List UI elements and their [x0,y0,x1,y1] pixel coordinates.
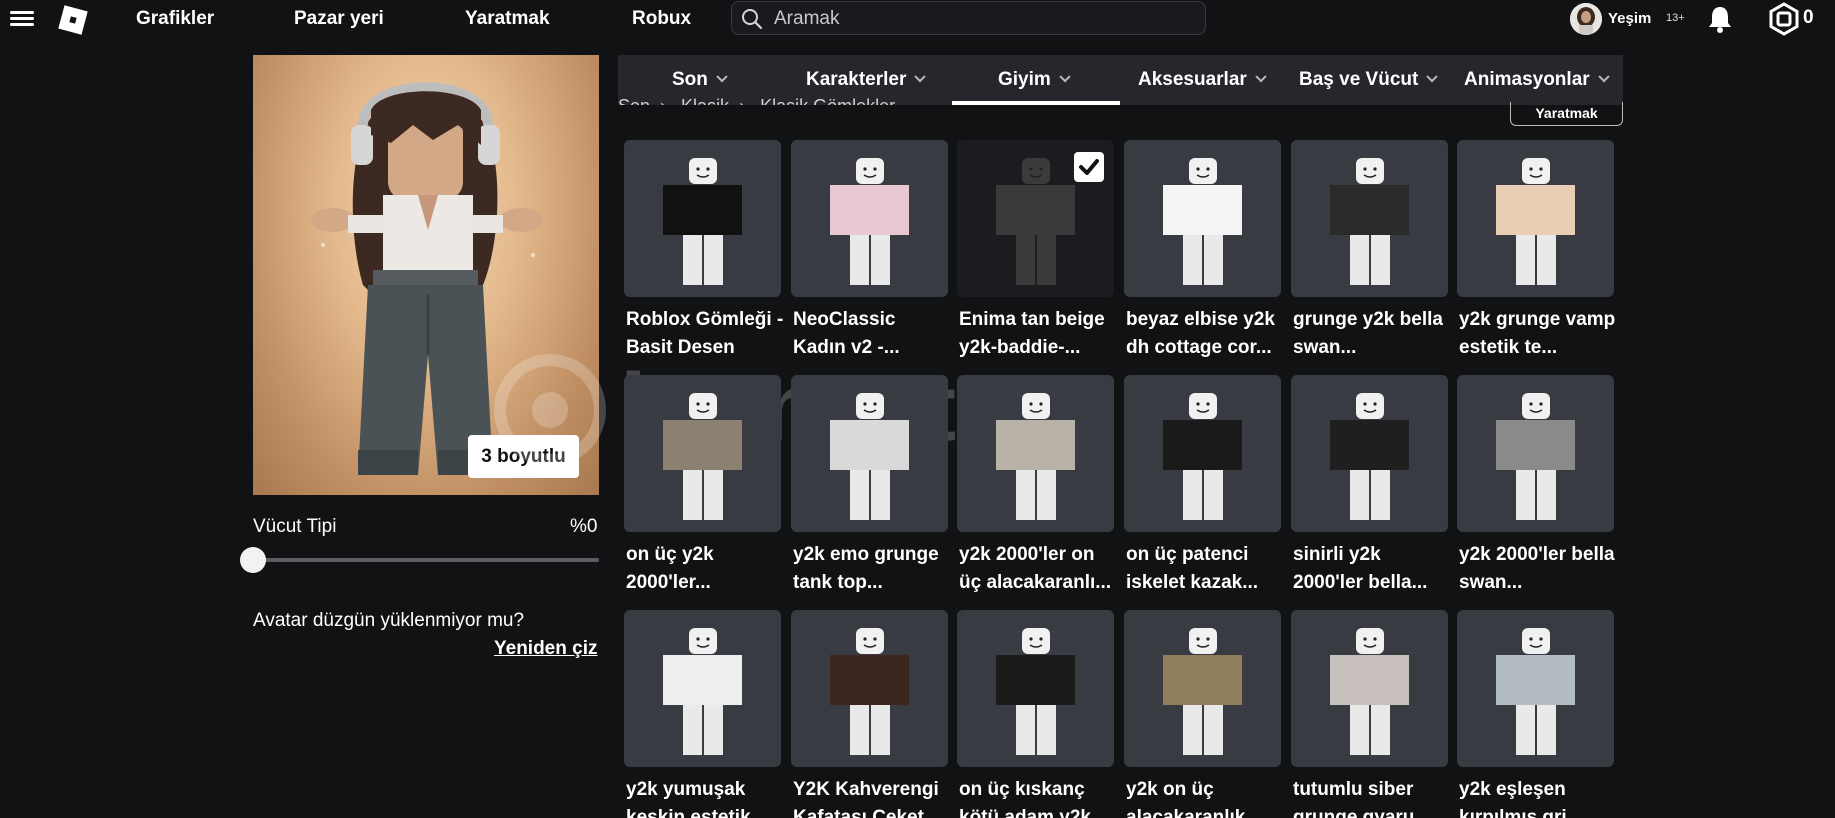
chevron-down-icon [1426,71,1438,83]
item-name: on üç patenci iskelet kazak... [1126,544,1259,593]
item-thumbnail [1291,610,1448,767]
item-thumbnail [1124,140,1281,297]
age-badge: 13+ [1666,12,1685,24]
nav-link-robux[interactable]: Robux [632,8,691,30]
item-name: Roblox Gömleği - Basit Desen [626,309,784,358]
search-input[interactable]: Aramak [731,1,1206,35]
item-thumbnail [624,375,781,532]
item-name: y2k yumuşak keskin estetik... [626,779,767,818]
item-name: y2k on üç alacakaranlık... [1126,779,1262,818]
chevron-right-icon: › [660,96,667,116]
chevron-right-icon: › [739,96,746,116]
robux-icon[interactable] [1767,2,1801,36]
tab-label: Giyim [998,69,1051,90]
item-thumbnail [1291,375,1448,532]
item-name: on üç y2k 2000'ler... [626,544,714,593]
nav-link-create[interactable]: Yaratmak [465,8,550,30]
item-thumbnail [1457,140,1614,297]
item-name: Y2K Kahverengi Kafatası Ceket... [793,779,940,818]
item-thumbnail [1457,610,1614,767]
nav-link-marketplace[interactable]: Pazar yeri [294,8,384,30]
item-thumbnail [1124,375,1281,532]
body-type-value: %0 [570,516,598,537]
breadcrumb-item[interactable]: Son [618,96,650,105]
item-name: Enima tan beige y2k-baddie-... [959,309,1105,358]
item-thumbnail [624,610,781,767]
item-thumbnail [791,610,948,767]
tab-head-and-body[interactable]: Baş ve Vücut [1299,55,1438,105]
nav-link-charts[interactable]: Grafikler [136,8,214,30]
search-icon [742,9,763,30]
tab-label: Animasyonlar [1464,69,1590,90]
roblox-logo-icon[interactable] [58,5,88,35]
item-name: y2k 2000'ler on üç alacakaranlı... [959,544,1112,593]
item-thumbnail [957,610,1114,767]
breadcrumb-item: Klasik Gömlekler [760,96,896,116]
chevron-down-icon [914,71,927,83]
menu-icon[interactable] [10,9,34,31]
reload-question: Avatar düzgün yüklenmiyor mu? [253,610,525,631]
tab-animations[interactable]: Animasyonlar [1464,55,1610,105]
item-thumbnail [1457,375,1614,532]
item-name: tutumlu siber grunge gyaru... [1293,779,1431,818]
item-name: sinirli y2k 2000'ler bella... [1293,544,1428,593]
body-type-label: Vücut Tipi [253,516,337,537]
tab-label: Son [672,69,708,90]
tab-label: Aksesuarlar [1138,69,1247,90]
avatar [1570,3,1602,35]
avatar-preview[interactable] [253,55,599,495]
item-thumbnail [624,140,781,297]
search-placeholder: Aramak [774,8,840,29]
tab-accessories[interactable]: Aksesuarlar [1138,55,1267,105]
item-name: y2k eşleşen kırpılmış gri... [1459,779,1583,818]
chevron-down-icon [1255,71,1267,83]
robux-balance: 0 [1803,7,1814,28]
item-thumbnail [1124,610,1281,767]
notification-bell-icon[interactable] [1706,4,1734,34]
tab-label: Baş ve Vücut [1299,69,1419,90]
item-name: y2k 2000'ler bella swan... [1459,544,1615,593]
chevron-down-icon [716,71,728,83]
breadcrumb: Son › Klasik › Klasik Gömlekler [618,96,905,116]
item-thumbnail [1291,140,1448,297]
view-3d-toggle-button[interactable]: 3 boyutlu [468,435,579,478]
username: Yeşim [1608,10,1652,27]
tab-label: Karakterler [806,69,907,90]
item-thumbnail [957,375,1114,532]
body-type-slider-thumb[interactable] [240,547,266,573]
top-navigation-bar: Grafikler Pazar yeri Yaratmak Robux Aram… [0,0,1835,40]
tab-clothing[interactable]: Giyim [998,55,1071,105]
item-name: grunge y2k bella swan... [1293,309,1443,358]
redraw-link[interactable]: Yeniden çiz [494,638,597,660]
item-thumbnail [791,140,948,297]
item-name: y2k grunge vamp estetik te... [1459,309,1616,358]
item-thumbnail [791,375,948,532]
item-name: NeoClassic Kadın v2 -... [793,309,900,358]
chevron-down-icon [1597,71,1610,83]
checkmark-icon[interactable] [1074,152,1104,182]
create-button[interactable]: Yaratmak [1510,102,1623,126]
item-name: y2k emo grunge tank top... [793,544,939,593]
body-type-slider[interactable] [253,558,599,562]
breadcrumb-item[interactable]: Klasik [681,96,729,105]
avatar-figure [311,82,543,475]
active-tab-indicator [952,101,1120,105]
chevron-down-icon [1059,71,1071,83]
item-name: beyaz elbise y2k dh cottage cor... [1126,309,1275,358]
item-name: on üç kıskanç kötü adam y2k... [959,779,1107,818]
